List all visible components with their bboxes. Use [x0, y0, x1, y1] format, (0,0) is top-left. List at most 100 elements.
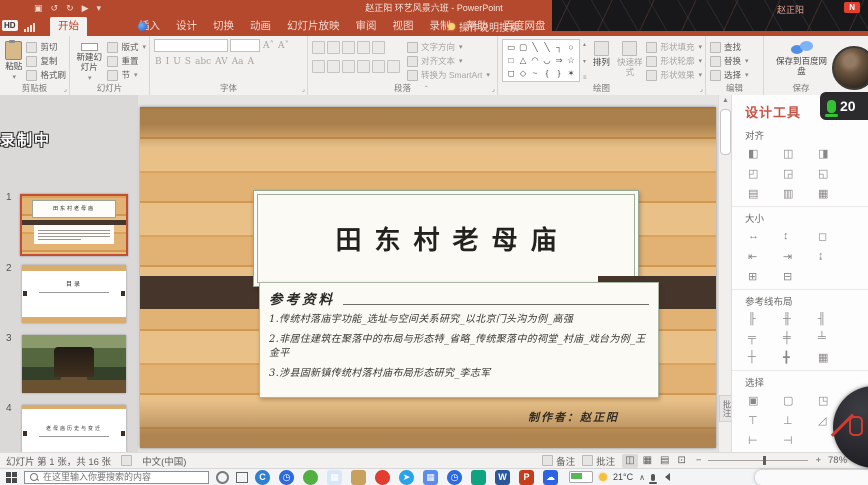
increase-indent-icon[interactable]	[357, 41, 370, 54]
save-to-netdisk-button[interactable]: 保存到百度网盘	[776, 39, 828, 83]
shape-icon[interactable]: □	[505, 54, 517, 67]
taskbar-app-icon-6[interactable]: ➤	[399, 470, 414, 485]
panel-tool-icon[interactable]: ◰	[748, 167, 783, 180]
new-slide-button[interactable]: 新建幻灯片	[74, 39, 104, 83]
webcam-top-overlay[interactable]: 赵正阳 N	[552, 0, 868, 31]
text-direction-button[interactable]: 文字方向	[407, 41, 490, 53]
panel-tool-icon[interactable]: ⇥	[783, 250, 818, 263]
dialog-launcher-icon[interactable]: ⌟	[302, 85, 305, 93]
slide-thumbnail-3[interactable]	[22, 335, 126, 393]
zoom-out-icon[interactable]: −	[696, 455, 702, 466]
zoom-slider[interactable]	[708, 460, 808, 461]
view-icon[interactable]: ▦	[640, 454, 655, 468]
ribbon-tab-1[interactable]: 插入	[131, 17, 168, 36]
ribbon-tab-6[interactable]: 审阅	[348, 17, 385, 36]
font-size-combo[interactable]	[230, 39, 260, 52]
layout-button[interactable]: 版式	[107, 41, 146, 53]
shape-icon[interactable]: ▢	[517, 41, 529, 54]
panel-tool-icon[interactable]: ▥	[783, 187, 818, 200]
taskbar-app-icon-0[interactable]: C	[255, 470, 270, 485]
accessibility-icon[interactable]	[121, 455, 132, 466]
font-style-icon[interactable]: S	[184, 57, 192, 67]
panel-tool-icon[interactable]: ╪	[783, 332, 818, 344]
slide-thumbnail-2[interactable]: 目录	[22, 265, 126, 323]
meeting-toolbar-overlay[interactable]	[754, 469, 868, 485]
zoom-level[interactable]: 78%	[828, 455, 847, 466]
panel-tool-icon[interactable]: ◨	[818, 147, 853, 160]
scrollbar-thumb[interactable]	[720, 109, 731, 155]
shape-icon[interactable]: ╲	[541, 41, 553, 54]
addin-tab-icon[interactable]	[138, 22, 147, 31]
align-center-icon[interactable]	[327, 60, 340, 73]
taskbar-app-icon-2[interactable]	[303, 470, 318, 485]
taskbar-app-icon-12[interactable]: ☁	[543, 470, 558, 485]
start-button[interactable]	[6, 472, 17, 483]
align-left-icon[interactable]	[312, 60, 325, 73]
tell-me-search[interactable]: 操作说明搜索	[448, 17, 519, 36]
align-right-icon[interactable]	[342, 60, 355, 73]
panel-tool-icon[interactable]: ╋	[783, 351, 818, 364]
notes-button[interactable]: 备注	[542, 454, 575, 468]
panel-tool-icon[interactable]: ◧	[748, 147, 783, 160]
columns-icon[interactable]	[372, 60, 385, 73]
language-indicator[interactable]: 中文(中国)	[142, 454, 186, 468]
panel-tool-icon[interactable]: ◫	[783, 147, 818, 160]
justify-icon[interactable]	[357, 60, 370, 73]
panel-tool-icon[interactable]: ◱	[818, 167, 853, 180]
hidden-icons-chevron[interactable]: ∧	[639, 473, 645, 482]
bullets-icon[interactable]	[312, 41, 325, 54]
battery-widget[interactable]	[569, 471, 593, 483]
taskbar-app-icon-8[interactable]: ◷	[447, 470, 462, 485]
zoom-in-icon[interactable]: +	[815, 455, 821, 466]
panel-tool-icon[interactable]: ⊥	[783, 414, 818, 427]
find-button[interactable]: 查找	[710, 41, 749, 53]
select-button[interactable]: 选择	[710, 69, 749, 81]
cortana-icon[interactable]	[216, 471, 229, 484]
panel-tool-icon[interactable]: ▤	[748, 187, 783, 200]
panel-tool-icon[interactable]: ⊞	[748, 270, 783, 283]
panel-tool-icon[interactable]: ⇤	[748, 250, 783, 263]
ribbon-tab-0[interactable]: 开始	[50, 17, 87, 36]
paste-button[interactable]: 粘贴	[4, 39, 23, 83]
tray-volume-icon[interactable]	[661, 473, 670, 481]
ribbon-tab-4[interactable]: 动画	[242, 17, 279, 36]
panel-tool-icon[interactable]: ↨	[818, 250, 853, 263]
panel-tool-icon[interactable]: ⊣	[783, 434, 818, 447]
slide-editor[interactable]: 田东村老母庙 参考资料 1.传统村落庙宇功能_选址与空间关系研究_以北京门头沟为…	[140, 107, 716, 448]
shape-icon[interactable]: ○	[565, 41, 577, 54]
convert-smartart-button[interactable]: 转换为 SmartArt	[407, 69, 490, 81]
taskbar-app-icon-7[interactable]: ▦	[423, 470, 438, 485]
panel-tool-icon[interactable]: ╤	[748, 332, 783, 344]
font-style-icon[interactable]: B	[154, 57, 163, 67]
panel-tool-icon[interactable]: ▢	[783, 394, 818, 407]
panel-tool-icon[interactable]: ▦	[818, 351, 853, 364]
shape-icon[interactable]: ◠	[529, 54, 541, 67]
search-input[interactable]	[43, 472, 203, 482]
font-style-icon[interactable]: U	[172, 57, 182, 67]
shape-icon[interactable]: ╲	[529, 41, 541, 54]
grow-font-icon[interactable]: A˄	[262, 41, 275, 51]
view-icon[interactable]: ▤	[657, 454, 672, 468]
shape-icon[interactable]: ✶	[565, 67, 577, 80]
collapse-ribbon-icon[interactable]: ˆ	[425, 85, 428, 94]
format-painter-button[interactable]: 格式刷	[26, 69, 66, 81]
panel-tool-icon[interactable]: ↕	[783, 230, 818, 243]
replace-button[interactable]: 替换	[710, 55, 749, 67]
weather-temp[interactable]: 21°C	[613, 472, 633, 482]
taskbar-app-icon-9[interactable]	[471, 470, 486, 485]
panel-tool-icon[interactable]: ╢	[818, 313, 853, 325]
view-icon[interactable]: ◫	[622, 454, 637, 468]
taskbar-app-icon-5[interactable]	[375, 470, 390, 485]
taskbar-app-icon-1[interactable]: ◷	[279, 470, 294, 485]
ribbon-tab-7[interactable]: 视图	[385, 17, 422, 36]
taskbar-app-icon-10[interactable]: W	[495, 470, 510, 485]
align-text-button[interactable]: 对齐文本	[407, 55, 490, 67]
taskbar-search[interactable]	[24, 471, 209, 484]
panel-tool-icon[interactable]: ↔	[748, 230, 783, 243]
ribbon-tab-3[interactable]: 切换	[205, 17, 242, 36]
font-style-icon[interactable]: I	[165, 57, 171, 67]
panel-tool-icon[interactable]: ◻	[818, 230, 853, 243]
dialog-launcher-icon[interactable]: ⌟	[700, 85, 703, 93]
taskbar-app-icon-11[interactable]: P	[519, 470, 534, 485]
shape-icon[interactable]: ⇒	[553, 54, 565, 67]
